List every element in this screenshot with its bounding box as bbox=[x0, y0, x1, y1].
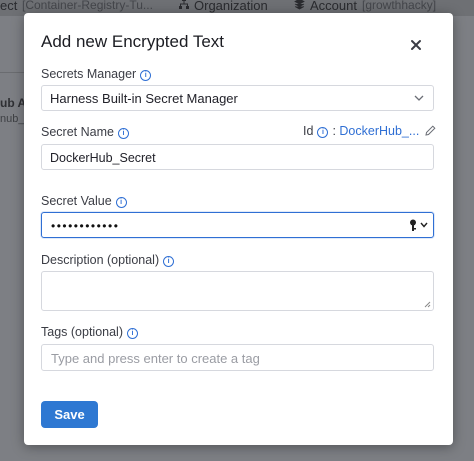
save-button[interactable]: Save bbox=[41, 401, 98, 428]
close-icon bbox=[411, 40, 421, 50]
description-textarea[interactable] bbox=[41, 271, 434, 311]
dialog-title: Add new Encrypted Text bbox=[41, 32, 225, 51]
description-label: Description (optional) bbox=[41, 253, 160, 267]
info-icon[interactable]: i bbox=[117, 128, 129, 139]
tags-placeholder: Type and press enter to create a tag bbox=[51, 351, 260, 366]
chevron-down-icon bbox=[414, 95, 424, 101]
secrets-manager-select[interactable]: Harness Built-in Secret Manager bbox=[41, 85, 434, 111]
encrypted-text-dialog: Add new Encrypted Text Secrets Manager i … bbox=[24, 13, 453, 445]
secret-value-input[interactable]: •••••••••••• bbox=[41, 212, 434, 238]
bg-divider bbox=[0, 72, 24, 73]
secret-name-label-row: Secret Name i bbox=[41, 125, 129, 139]
info-icon[interactable]: i bbox=[317, 127, 329, 138]
info-icon[interactable]: i bbox=[140, 70, 152, 81]
bg-organization: Organization bbox=[194, 0, 268, 13]
bg-account-icon bbox=[294, 0, 305, 13]
bg-project-value: [Container-Registry-Tu... bbox=[22, 0, 153, 12]
secrets-manager-label-row: Secrets Manager i bbox=[41, 67, 152, 81]
tags-label: Tags (optional) bbox=[41, 325, 123, 339]
info-icon[interactable]: i bbox=[127, 328, 138, 339]
secrets-manager-label: Secrets Manager bbox=[41, 67, 137, 81]
secret-id-row: Id i: DockerHub_... bbox=[303, 124, 420, 138]
tags-input[interactable]: Type and press enter to create a tag bbox=[41, 344, 434, 371]
secret-name-input[interactable]: DockerHub_Secret bbox=[41, 144, 434, 170]
secret-value-label: Secret Value bbox=[41, 194, 112, 208]
chevron-down-icon[interactable] bbox=[420, 222, 428, 228]
pencil-icon[interactable] bbox=[425, 125, 436, 136]
id-label: Id bbox=[303, 124, 314, 138]
secret-value-masked: •••••••••••• bbox=[51, 219, 120, 233]
secret-name-value: DockerHub_Secret bbox=[50, 151, 156, 165]
secrets-manager-value: Harness Built-in Secret Manager bbox=[50, 91, 238, 106]
close-button[interactable] bbox=[406, 35, 426, 55]
info-icon[interactable]: i bbox=[115, 197, 127, 208]
bg-org-icon bbox=[179, 0, 189, 13]
info-icon[interactable]: i bbox=[163, 256, 175, 267]
tags-label-row: Tags (optional) i bbox=[41, 325, 138, 339]
resize-handle-icon[interactable] bbox=[424, 301, 431, 308]
key-icon[interactable] bbox=[409, 219, 417, 232]
bg-project-label: ect bbox=[0, 0, 18, 13]
id-value: DockerHub_... bbox=[339, 124, 420, 138]
bg-account-label: Account bbox=[310, 0, 357, 13]
secret-name-label: Secret Name bbox=[41, 125, 114, 139]
bg-account-value: [growthhacky] bbox=[362, 0, 437, 12]
description-label-row: Description (optional) i bbox=[41, 253, 175, 267]
secret-value-label-row: Secret Value i bbox=[41, 194, 127, 208]
